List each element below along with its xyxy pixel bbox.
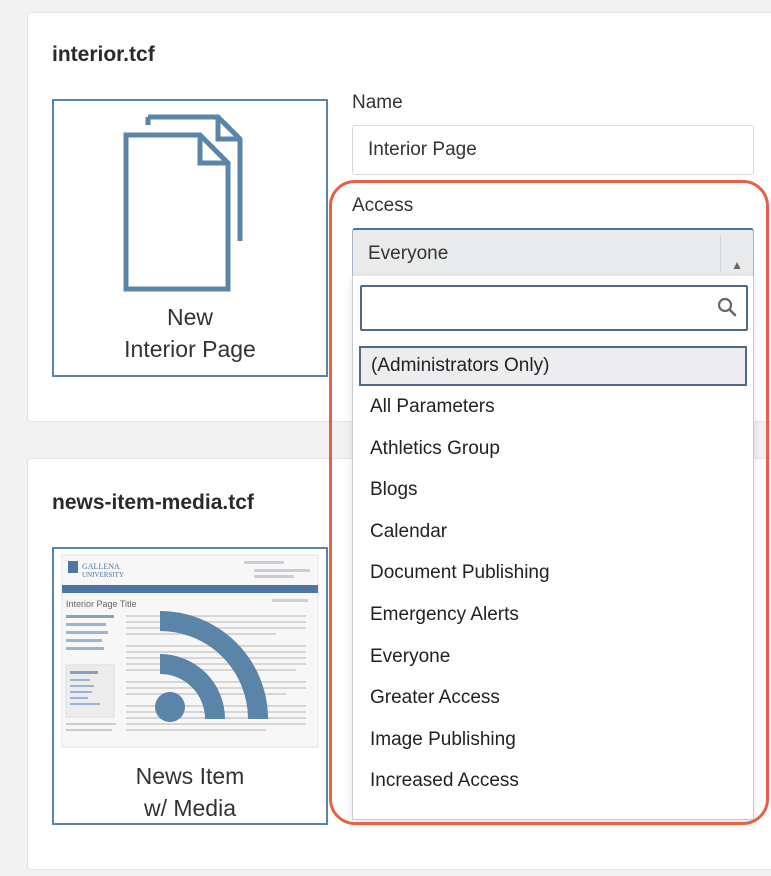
- thumbnail-label-line1: New: [166, 304, 213, 330]
- access-label: Access: [352, 195, 414, 216]
- template-filename: news-item-media.tcf: [52, 491, 254, 514]
- dropdown-option-emergency-alerts[interactable]: Emergency Alerts: [353, 594, 753, 636]
- new-page-icon: [123, 114, 243, 292]
- dropdown-option-increased-access[interactable]: Increased Access: [353, 760, 753, 802]
- template-thumbnail-news-item-media[interactable]: GALLENA UNIVERSITY Interior Page Title N…: [52, 547, 328, 825]
- dropdown-option-athletics-group[interactable]: Athletics Group: [353, 428, 753, 470]
- access-selected-value: Everyone: [368, 243, 449, 264]
- dropdown-search-input[interactable]: [360, 285, 748, 331]
- dropdown-option-document-publishing[interactable]: Document Publishing: [353, 552, 753, 594]
- dropdown-option-administrators-only[interactable]: (Administrators Only): [359, 346, 747, 386]
- template-thumbnail-new-interior-page[interactable]: New Interior Page: [52, 99, 328, 377]
- dropdown-option-greater-access[interactable]: Greater Access: [353, 677, 753, 719]
- dropdown-option-image-publishing[interactable]: Image Publishing: [353, 719, 753, 761]
- dropdown-option-calendar[interactable]: Calendar: [353, 511, 753, 553]
- thumbnail-label-line1: News Item: [135, 763, 245, 789]
- name-label: Name: [352, 92, 403, 113]
- template-filename: interior.tcf: [52, 43, 155, 66]
- dropdown-option-blogs[interactable]: Blogs: [353, 469, 753, 511]
- search-icon: [717, 297, 737, 317]
- dropdown-options-list: (Administrators Only) All Parameters Ath…: [353, 346, 753, 802]
- dropdown-option-everyone[interactable]: Everyone: [353, 636, 753, 678]
- select-divider: [720, 236, 721, 271]
- access-select[interactable]: Everyone ▲: [352, 228, 754, 278]
- access-dropdown: (Administrators Only) All Parameters Ath…: [352, 276, 754, 820]
- name-input[interactable]: Interior Page: [352, 125, 754, 175]
- thumbnail-label-line2: w/ Media: [143, 795, 237, 821]
- rss-feed-icon: [155, 611, 268, 722]
- thumbnail-label-line2: Interior Page: [124, 336, 256, 362]
- dropdown-option-all-parameters[interactable]: All Parameters: [353, 386, 753, 428]
